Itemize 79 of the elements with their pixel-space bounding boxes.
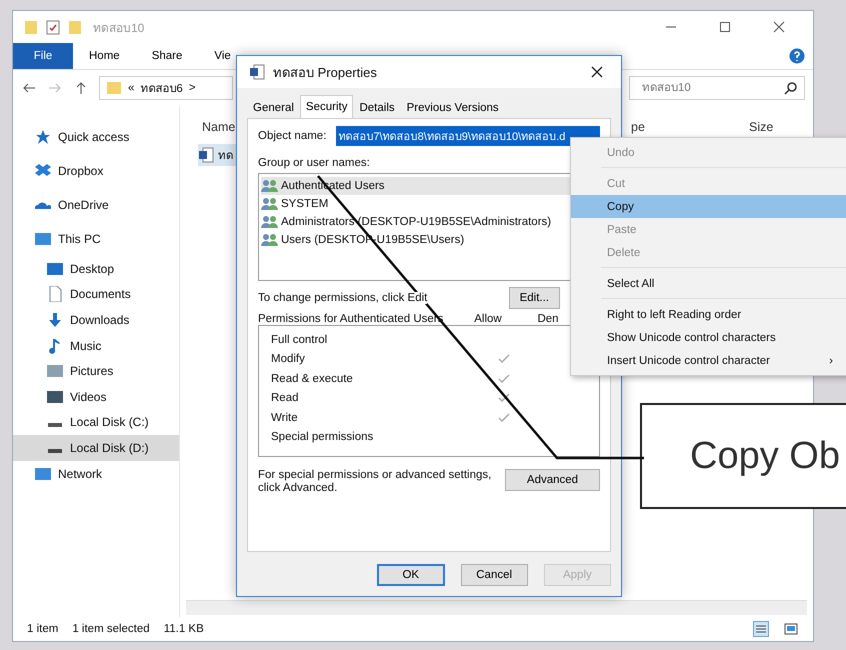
users-icon (261, 179, 279, 193)
advanced-button[interactable]: Advanced (505, 469, 600, 491)
nav-item[interactable]: Music (13, 332, 179, 358)
menu-item[interactable]: Insert Unicode control character › (571, 349, 846, 372)
maximize-icon[interactable] (719, 21, 731, 33)
download-arrow-icon (47, 312, 63, 328)
permission-name: Modify (271, 353, 306, 366)
close-icon[interactable] (591, 66, 603, 78)
instruction-text: For special permissions or advanced settings, click Advanced. (258, 469, 492, 496)
nav-item[interactable]: Pictures (13, 358, 179, 384)
dropbox-icon (35, 163, 51, 179)
file-tab[interactable]: File (13, 43, 73, 69)
field-label: Object name: (258, 130, 326, 142)
users-icon (261, 233, 279, 247)
dialog-tab[interactable]: Details (353, 98, 401, 118)
word-document-icon (249, 64, 265, 80)
close-icon[interactable] (773, 21, 785, 33)
nav-item[interactable]: Desktop (13, 256, 179, 282)
nav-item[interactable]: OneDrive (13, 188, 179, 222)
music-note-icon (47, 338, 63, 354)
dialog-button[interactable]: OK (377, 564, 445, 586)
nav-item[interactable]: Documents (13, 282, 179, 308)
permission-name: Write (271, 412, 299, 424)
column-header[interactable]: Size (749, 120, 813, 134)
word-document-icon (198, 147, 214, 163)
folder-icon (106, 80, 122, 96)
drive-icon (48, 448, 62, 453)
menu-item[interactable]: Show Unicode control characters (571, 326, 846, 349)
field-label: Group or user names: (258, 157, 371, 169)
dialog-tab[interactable]: Previous Versions (400, 98, 505, 118)
large-icons-view-icon[interactable] (783, 621, 799, 637)
address-bar[interactable]: « ทดสอบ6 > (99, 76, 233, 100)
status-text: 1 item selected (72, 623, 150, 635)
permission-name: Read (271, 392, 300, 404)
menu-item[interactable]: Copy (571, 195, 846, 218)
permission-name: Full control (271, 334, 328, 346)
column-header: Den (536, 313, 560, 325)
horizontal-scrollbar[interactable] (186, 600, 807, 615)
drive-icon (48, 423, 62, 428)
search-icon (783, 80, 799, 96)
nav-item[interactable]: Dropbox (13, 154, 179, 188)
nav-item[interactable]: Videos (13, 384, 179, 410)
breadcrumb-item[interactable]: ทดสอบ6 (140, 79, 183, 97)
nav-item[interactable]: Quick access (13, 120, 179, 154)
permission-name: Special permissions (271, 431, 374, 444)
instruction-text: To change permissions, click Edit (258, 292, 428, 304)
breadcrumb-separator: > (188, 82, 196, 94)
search-field[interactable]: ทดสอบ10 (629, 76, 805, 100)
dialog-title: ทดสอบ Properties (273, 64, 377, 82)
menu-item[interactable]: Right to left Reading order (571, 303, 846, 326)
nav-item[interactable]: This PC (13, 222, 179, 256)
menu-item[interactable]: Select All (571, 272, 846, 295)
ribbon-tab[interactable]: Home (73, 43, 136, 69)
details-view-icon[interactable] (753, 621, 769, 637)
window-title: ทดสอบ10 (93, 20, 144, 36)
nav-item[interactable]: Network (13, 460, 179, 486)
nav-item[interactable]: Local Disk (D:) (13, 435, 179, 461)
column-header: Allow (473, 313, 503, 325)
nav-item[interactable]: Downloads (13, 307, 179, 333)
callout-label: Copy Ob (640, 403, 846, 509)
star-icon (35, 129, 51, 145)
checklist-icon[interactable] (45, 19, 61, 35)
column-header[interactable]: pe (631, 120, 749, 134)
users-icon (261, 197, 279, 211)
document-icon (47, 286, 63, 302)
dialog-tab[interactable]: General (247, 98, 300, 118)
ribbon-tab[interactable]: Share (136, 43, 198, 69)
object-name-field[interactable]: ทดสอบ7\ทดสอบ8\ทดสอบ9\ทดสอบ10\ทดสอบ.d (336, 126, 600, 146)
status-text: 1 item (27, 623, 58, 635)
ribbon-tab[interactable]: Vie (198, 43, 247, 69)
help-icon[interactable] (789, 48, 805, 64)
status-text: 11.1 KB (164, 623, 204, 635)
edit-button[interactable]: Edit... (508, 287, 560, 309)
dialog-tab[interactable]: Security (300, 95, 354, 118)
dialog-button[interactable]: Cancel (460, 564, 528, 586)
users-icon (261, 215, 279, 229)
permission-name: Read & execute (271, 372, 354, 385)
breadcrumb-separator: « (128, 82, 134, 94)
nav-item[interactable]: Local Disk (C:) (13, 410, 179, 436)
